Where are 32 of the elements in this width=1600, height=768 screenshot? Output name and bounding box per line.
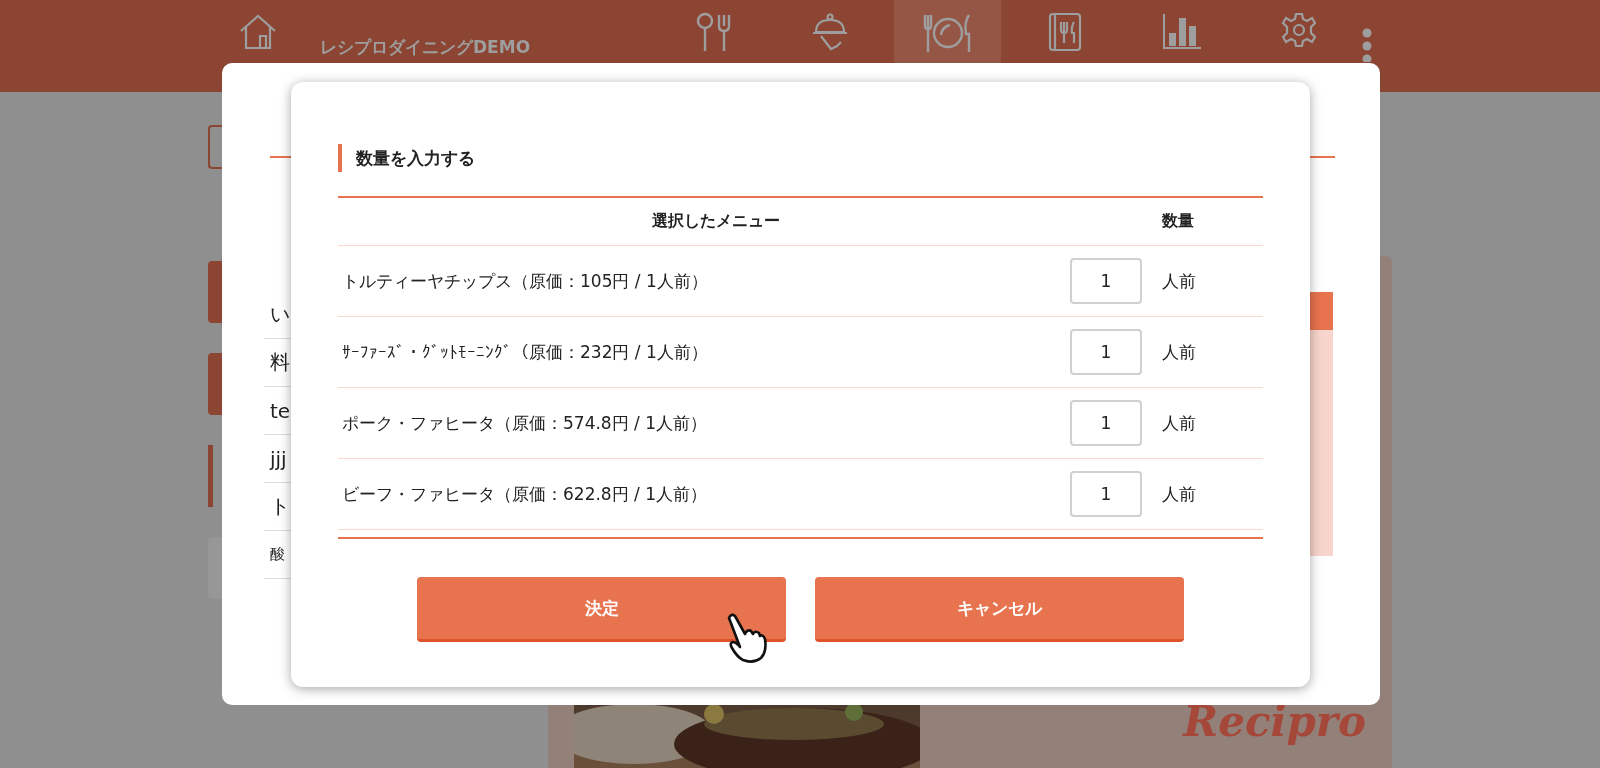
quantity-field[interactable]: 1	[1070, 471, 1142, 517]
dialog-title: 数量を入力する	[356, 146, 475, 170]
quantity-field[interactable]: 1	[1070, 400, 1142, 446]
list-item[interactable]: jjj	[270, 446, 287, 471]
hand-cursor-icon	[725, 612, 767, 664]
menu-book-icon	[1047, 12, 1082, 52]
quantity-field[interactable]: 1	[1070, 258, 1142, 304]
list-item[interactable]: 酸	[270, 545, 285, 564]
list-item[interactable]: ト	[270, 493, 290, 520]
card-background	[208, 537, 222, 599]
menu-item-name: ビーフ・ファヒータ（原価：622.8円 / 1人前）	[341, 482, 709, 506]
menu-item-name: ｻｰﾌｧｰｽﾞ・ｸﾞｯﾄﾓｰﾆﾝｸﾞ（原価：232円 / 1人前）	[341, 340, 709, 364]
home-icon[interactable]	[238, 12, 278, 52]
quantity-field[interactable]: 1	[1070, 329, 1142, 375]
logo: Recipro	[1183, 697, 1366, 746]
accent-bar	[208, 445, 213, 507]
column-header: 数量	[1161, 211, 1195, 232]
settings-icon	[1280, 12, 1317, 48]
unit-label: 人前	[1162, 340, 1196, 364]
app-title: レシプロダイニングDEMO	[320, 36, 531, 59]
bar-chart-icon	[1161, 12, 1202, 50]
unit-label: 人前	[1162, 411, 1196, 435]
menu-item-name: ポーク・ファヒータ（原価：574.8円 / 1人前）	[341, 411, 709, 435]
spoon-fork-icon	[694, 12, 733, 54]
list-item[interactable]: te	[270, 398, 291, 423]
more-icon[interactable]	[1362, 28, 1373, 62]
menu-item-name: トルティーヤチップス（原価：105円 / 1人前）	[341, 269, 709, 293]
list-item[interactable]: い	[270, 301, 290, 328]
list-item[interactable]: 料	[270, 349, 290, 376]
unit-label: 人前	[1162, 482, 1196, 506]
column-header: 選択したメニュー	[650, 211, 781, 232]
unit-label: 人前	[1162, 269, 1196, 293]
